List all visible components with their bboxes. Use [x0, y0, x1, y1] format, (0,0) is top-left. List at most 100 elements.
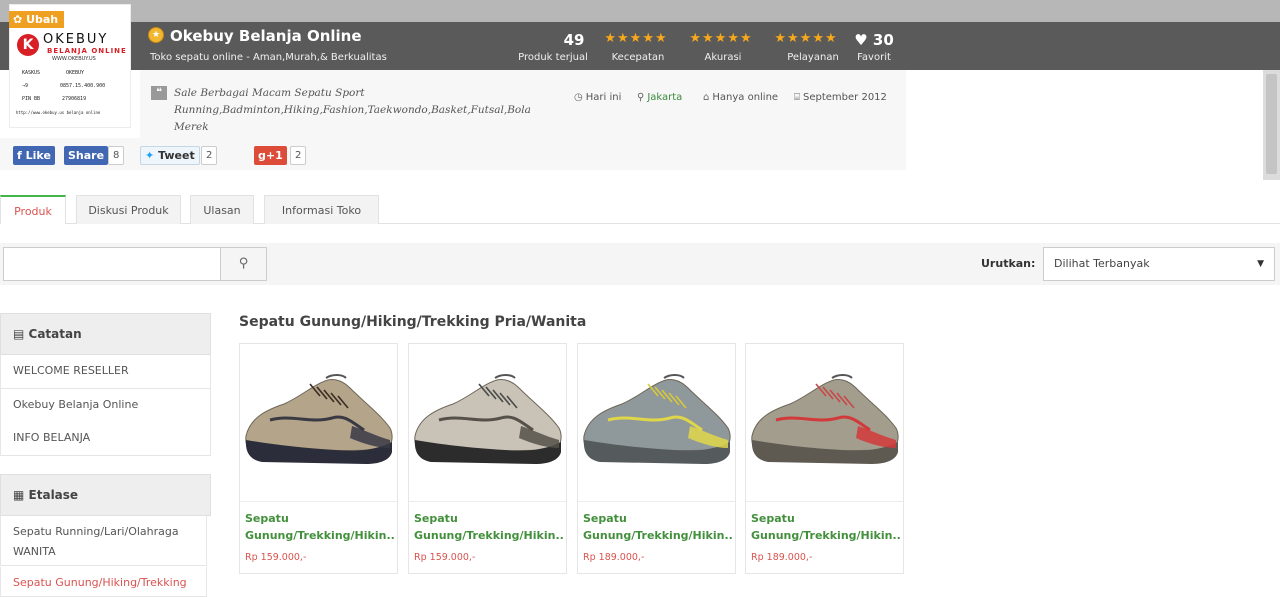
twitter-icon: ✦ [145, 149, 155, 162]
gplus-count: 2 [290, 146, 307, 165]
scrollbar-thumb[interactable] [1266, 74, 1277, 174]
product-card[interactable]: Sepatu Gunung/Trekking/Hikin... Rp 189.00… [577, 343, 736, 574]
notes-item[interactable]: Okebuy Belanja Online [0, 389, 211, 423]
sold-count: 49 [563, 31, 585, 49]
top-strip [0, 0, 1280, 22]
product-image[interactable] [578, 344, 735, 501]
share-count: 8 [108, 146, 125, 165]
speed-label: Kecepatan [611, 52, 665, 63]
sort-dropdown[interactable]: Dilihat Terbanyak ▼ [1043, 247, 1275, 281]
clock-icon: ◷ [574, 92, 583, 103]
sold-label: Produk terjual [518, 52, 588, 63]
logo-line-key: PIN BB [22, 96, 41, 102]
shoe-collar [831, 374, 853, 379]
showcase-item[interactable]: Sepatu Running/Lari/Olahraga WANITA [0, 516, 207, 566]
section-title: Sepatu Gunung/Hiking/Trekking Pria/Wanit… [239, 314, 587, 330]
tab-store-info[interactable]: Informasi Toko [264, 195, 379, 224]
sort-label: Urutkan: [981, 257, 1036, 270]
product-name[interactable]: Sepatu Gunung/Trekking/Hikin... [245, 510, 395, 544]
store-icon: ▦ [13, 488, 25, 502]
store-name[interactable]: Okebuy Belanja Online [170, 27, 362, 45]
open-since-text: September 2012 [803, 92, 887, 103]
caret-down-icon: ▼ [1257, 259, 1264, 269]
card-divider [240, 501, 397, 502]
logo-url: WWW.OKEBUY.US [52, 56, 96, 62]
social-share-bar [0, 138, 906, 170]
logo-line-key: KASKUS [22, 70, 41, 76]
speed-stars: ★★★★★ [604, 31, 668, 46]
cake-icon: ⌸ [794, 92, 800, 103]
map-pin-icon: ⚲ [637, 92, 645, 103]
product-image[interactable] [746, 344, 903, 501]
product-name[interactable]: Sepatu Gunung/Trekking/Hikin... [414, 510, 564, 544]
last-online-text: Hari ini [585, 92, 622, 103]
product-price: Rp 159.000,- [414, 552, 476, 563]
tweet-count: 2 [201, 146, 218, 165]
service-label: Pelayanan [787, 52, 839, 63]
store-location: ⚲ Jakarta [637, 92, 682, 103]
favorite-count: 30 [872, 31, 894, 49]
store-tagline: Toko sepatu online - Aman,Murah,& Berkua… [150, 52, 387, 63]
facebook-like-button[interactable]: f Like [13, 146, 55, 165]
logo-line-value: 0857.15.400.900 [60, 83, 106, 89]
showcase-item-active[interactable]: Sepatu Gunung/Hiking/Trekking [0, 567, 207, 597]
edit-logo-button[interactable]: ✿ Ubah [9, 11, 64, 28]
logo-brand: OKEBUY [43, 32, 109, 47]
google-plus-icon: g [258, 149, 266, 162]
accuracy-stars: ★★★★★ [689, 31, 753, 46]
open-since: ⌸ September 2012 [794, 92, 887, 103]
notes-header: ▤ Catatan [0, 313, 211, 355]
tab-discussion[interactable]: Diskusi Produk [76, 195, 181, 224]
notes-item[interactable]: INFO BELANJA [0, 422, 211, 456]
product-price: Rp 189.000,- [583, 552, 645, 563]
sort-selected-value: Dilihat Terbanyak [1054, 257, 1150, 270]
shoe-collar [325, 374, 347, 379]
store-type: ⌂ Hanya online [703, 92, 778, 103]
service-stars: ★★★★★ [774, 31, 838, 46]
location-text: Jakarta [647, 92, 683, 103]
google-plus-button[interactable]: g+1 [254, 146, 287, 165]
gplus-label: +1 [265, 149, 283, 162]
favorite-label: Favorit [857, 52, 891, 63]
gold-medal-icon: ★ [148, 27, 164, 43]
like-label: Like [25, 149, 51, 162]
logo-line-value: OKEBUY [66, 70, 85, 76]
search-input[interactable] [3, 247, 221, 281]
tab-reviews[interactable]: Ulasan [190, 195, 254, 224]
product-name[interactable]: Sepatu Gunung/Trekking/Hikin... [751, 510, 901, 544]
home-icon: ⌂ [703, 92, 710, 103]
logo-subtitle: BELANJA ONLINE [47, 47, 127, 55]
product-card[interactable]: Sepatu Gunung/Trekking/Hikin... Rp 159.00… [239, 343, 398, 574]
product-name[interactable]: Sepatu Gunung/Trekking/Hikin... [583, 510, 733, 544]
product-card[interactable]: Sepatu Gunung/Trekking/Hikin... Rp 189.00… [745, 343, 904, 574]
shoe-collar [494, 374, 516, 379]
logo-line-key: →9 [22, 83, 29, 89]
product-price: Rp 159.000,- [245, 552, 307, 563]
product-price: Rp 189.000,- [751, 552, 813, 563]
favorite-button[interactable]: ♥ 30 [852, 31, 896, 49]
quote-icon: ❝ [151, 86, 167, 100]
tweet-button[interactable]: ✦ Tweet [140, 146, 200, 165]
product-image[interactable] [240, 344, 397, 501]
logo-fine-print: http://www.okebuy.us belanja online [16, 110, 101, 115]
document-icon: ▤ [13, 327, 25, 341]
product-card[interactable]: Sepatu Gunung/Trekking/Hikin... Rp 159.00… [408, 343, 567, 574]
notes-item[interactable]: WELCOME RESELLER [0, 355, 211, 389]
search-button[interactable]: ⚲ [220, 247, 267, 281]
showcase-title: Etalase [28, 488, 79, 502]
store-type-text: Hanya online [712, 92, 779, 103]
tweet-label: Tweet [158, 149, 195, 162]
card-divider [409, 501, 566, 502]
logo-line-value: 27906819 [62, 96, 87, 102]
logo-mark: K [17, 34, 39, 56]
facebook-icon: f [17, 149, 22, 162]
card-divider [578, 501, 735, 502]
facebook-share-button[interactable]: Share [64, 146, 109, 165]
last-online: ◷ Hari ini [574, 92, 621, 103]
accuracy-label: Akurasi [704, 52, 742, 63]
store-description: Sale Berbagai Macam Sepatu Sport Running… [174, 87, 531, 133]
tab-products[interactable]: Produk [0, 195, 66, 224]
product-image[interactable] [409, 344, 566, 501]
search-icon: ⚲ [238, 256, 249, 271]
heart-icon: ♥ [854, 31, 868, 49]
